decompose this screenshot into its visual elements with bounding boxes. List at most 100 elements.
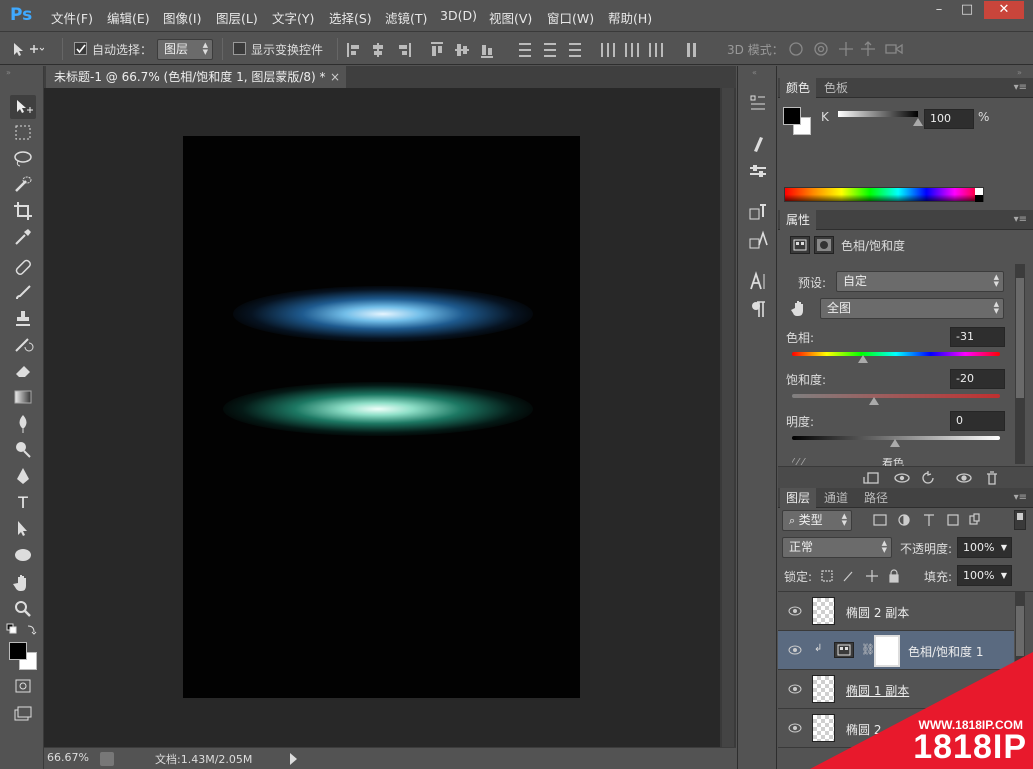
marquee-tool-icon[interactable] bbox=[10, 121, 36, 145]
saturation-input[interactable]: -20 bbox=[950, 369, 1005, 389]
gradient-tool-icon[interactable] bbox=[10, 385, 36, 409]
menu-file[interactable]: 文件(F) bbox=[51, 8, 93, 27]
tab-paths[interactable]: 路径 bbox=[858, 488, 894, 508]
menu-window[interactable]: 窗口(W) bbox=[547, 8, 594, 27]
brush-presets-icon[interactable] bbox=[746, 160, 770, 182]
menu-view[interactable]: 视图(V) bbox=[489, 8, 532, 27]
zoom-tool-icon[interactable] bbox=[10, 597, 36, 621]
color-ramp[interactable] bbox=[784, 187, 984, 202]
auto-select-checkbox[interactable] bbox=[74, 42, 87, 55]
document-tab[interactable]: 未标题-1 @ 66.7% (色相/饱和度 1, 图层蒙版/8) * × bbox=[46, 66, 346, 88]
close-button[interactable]: ✕ bbox=[984, 1, 1024, 19]
properties-scrollbar[interactable] bbox=[1015, 264, 1025, 464]
lasso-tool-icon[interactable] bbox=[10, 147, 36, 171]
character-panel-icon[interactable] bbox=[746, 270, 770, 292]
show-transform-checkbox[interactable] bbox=[233, 42, 246, 55]
history-panel-icon[interactable] bbox=[746, 92, 770, 114]
blur-tool-icon[interactable] bbox=[10, 411, 36, 435]
zoom-level[interactable]: 66.67% bbox=[47, 751, 89, 764]
dodge-tool-icon[interactable] bbox=[10, 437, 36, 461]
tab-layers[interactable]: 图层 bbox=[780, 488, 817, 508]
eyedropper-icons[interactable]: ⁄ ⁄ ⁄ bbox=[792, 458, 805, 466]
brush-tool-icon[interactable] bbox=[10, 281, 36, 305]
history-brush-tool-icon[interactable] bbox=[10, 333, 36, 357]
paragraph-panel-icon[interactable] bbox=[746, 298, 770, 320]
menu-image[interactable]: 图像(I) bbox=[163, 8, 201, 27]
range-dropdown[interactable]: 全图 ▲ ▼ bbox=[820, 298, 1004, 319]
opacity-dropdown-icon[interactable]: ▼ bbox=[1001, 538, 1007, 557]
color-foreground-swatch[interactable] bbox=[783, 107, 801, 125]
hand-tool-icon[interactable] bbox=[10, 571, 36, 595]
filter-toggle-switch[interactable] bbox=[1014, 510, 1026, 530]
eyedropper-tool-icon[interactable] bbox=[10, 225, 36, 249]
clone-stamp-tool-icon[interactable] bbox=[10, 307, 36, 331]
layer-filter-dropdown[interactable]: ⌕ 类型 ▲ ▼ bbox=[782, 510, 852, 531]
layer-filter-icons[interactable] bbox=[872, 512, 992, 528]
brush-panel-icon[interactable] bbox=[746, 132, 770, 154]
k-channel-slider[interactable] bbox=[838, 111, 918, 117]
panel-menu-icon[interactable]: ▾≡ bbox=[1014, 214, 1027, 225]
menu-3d[interactable]: 3D(D) bbox=[440, 8, 477, 23]
visibility-eye-icon[interactable] bbox=[788, 683, 802, 695]
path-selection-tool-icon[interactable] bbox=[10, 517, 36, 541]
quick-mask-icon[interactable] bbox=[10, 674, 36, 698]
panel-menu-icon[interactable]: ▾≡ bbox=[1014, 82, 1027, 93]
lock-icons[interactable] bbox=[820, 569, 904, 583]
hue-slider[interactable] bbox=[792, 352, 1000, 356]
preset-dropdown[interactable]: 自定 ▲ ▼ bbox=[836, 271, 1004, 292]
k-channel-input[interactable]: 100 bbox=[924, 109, 974, 129]
menu-layer[interactable]: 图层(L) bbox=[216, 8, 258, 27]
menu-select[interactable]: 选择(S) bbox=[329, 8, 372, 27]
toolbox-collapse-icon[interactable]: » bbox=[6, 69, 38, 77]
status-info-icon[interactable] bbox=[100, 752, 114, 766]
dock-collapse-icon[interactable]: « bbox=[752, 68, 757, 77]
tab-color[interactable]: 颜色 bbox=[780, 78, 817, 98]
quick-select-tool-icon[interactable] bbox=[10, 173, 36, 197]
hue-input[interactable]: -31 bbox=[950, 327, 1005, 347]
tab-channels[interactable]: 通道 bbox=[818, 488, 854, 508]
menu-type[interactable]: 文字(Y) bbox=[272, 8, 314, 27]
tab-properties[interactable]: 属性 bbox=[780, 210, 817, 230]
foreground-color-swatch[interactable] bbox=[9, 642, 27, 660]
tab-swatches[interactable]: 色板 bbox=[818, 78, 854, 98]
paragraph-styles-icon[interactable] bbox=[746, 229, 770, 251]
status-menu-arrow-icon[interactable] bbox=[290, 753, 297, 765]
visibility-eye-icon[interactable] bbox=[788, 644, 802, 656]
move-tool-preset-icon[interactable] bbox=[10, 40, 44, 58]
opacity-input[interactable]: 100% ▼ bbox=[957, 537, 1012, 558]
layer-row[interactable]: 椭圆 2 副本 bbox=[778, 592, 1014, 631]
default-colors-icon[interactable] bbox=[6, 623, 38, 637]
menu-filter[interactable]: 滤镜(T) bbox=[385, 8, 427, 27]
fill-input[interactable]: 100% ▼ bbox=[957, 565, 1012, 586]
type-tool-icon[interactable]: T bbox=[10, 491, 36, 515]
on-image-adjust-hand-icon[interactable] bbox=[790, 299, 808, 317]
lightness-slider-thumb[interactable] bbox=[890, 439, 900, 447]
blend-mode-dropdown[interactable]: 正常 ▲ ▼ bbox=[782, 537, 892, 558]
healing-brush-tool-icon[interactable] bbox=[10, 255, 36, 279]
visibility-eye-icon[interactable] bbox=[788, 605, 802, 617]
panels-collapse-icon[interactable]: » bbox=[1017, 68, 1022, 77]
screen-mode-icon[interactable] bbox=[10, 702, 36, 726]
fill-dropdown-icon[interactable]: ▼ bbox=[1001, 566, 1007, 585]
minimize-button[interactable]: – bbox=[924, 1, 954, 19]
restore-button[interactable]: □ bbox=[952, 1, 982, 19]
auto-select-dropdown[interactable]: 图层 ▲ ▼ bbox=[157, 39, 213, 60]
document-canvas[interactable] bbox=[183, 136, 580, 698]
menu-edit[interactable]: 编辑(E) bbox=[107, 8, 150, 27]
panel-menu-icon[interactable]: ▾≡ bbox=[1014, 492, 1027, 503]
ellipse-tool-icon[interactable] bbox=[10, 543, 36, 567]
visibility-eye-icon[interactable] bbox=[788, 722, 802, 734]
saturation-slider-thumb[interactable] bbox=[869, 397, 879, 405]
hue-slider-thumb[interactable] bbox=[858, 355, 868, 363]
crop-tool-icon[interactable] bbox=[10, 199, 36, 223]
character-styles-icon[interactable] bbox=[746, 201, 770, 223]
document-tab-close-icon[interactable]: × bbox=[330, 66, 340, 88]
menu-help[interactable]: 帮助(H) bbox=[608, 8, 652, 27]
mask-icon[interactable] bbox=[814, 236, 834, 254]
k-channel-slider-thumb[interactable] bbox=[913, 118, 923, 126]
saturation-slider[interactable] bbox=[792, 394, 1000, 398]
eraser-tool-icon[interactable] bbox=[10, 359, 36, 383]
canvas-scrollbar[interactable] bbox=[720, 88, 736, 748]
lightness-input[interactable]: 0 bbox=[950, 411, 1005, 431]
move-tool-icon[interactable] bbox=[10, 95, 36, 119]
